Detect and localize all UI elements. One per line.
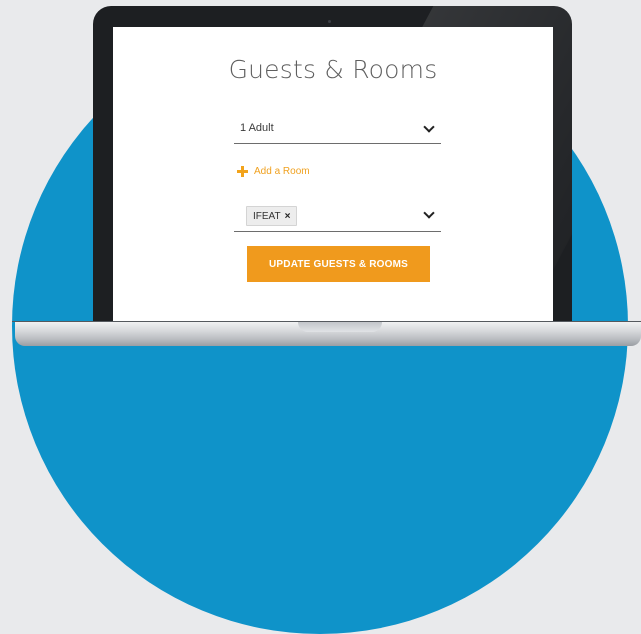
add-room-link[interactable]: Add a Room	[237, 163, 310, 179]
promo-select[interactable]: IFEAT ×	[234, 201, 441, 232]
add-room-label: Add a Room	[254, 165, 310, 177]
laptop-screen: Guests & Rooms 1 Adult Add a Room IFEAT …	[113, 27, 553, 321]
page-title: Guests & Rooms	[228, 55, 438, 84]
guests-select-value: 1 Adult	[240, 122, 274, 134]
chevron-down-icon	[423, 121, 435, 133]
plus-icon	[237, 165, 248, 177]
close-icon[interactable]: ×	[285, 211, 291, 222]
promo-chip: IFEAT ×	[246, 206, 298, 226]
guests-select[interactable]: 1 Adult	[234, 119, 441, 144]
camera	[328, 20, 331, 23]
promo-chip-label: IFEAT	[253, 210, 281, 222]
laptop-base	[15, 322, 641, 346]
laptop-notch	[298, 322, 382, 332]
update-guests-rooms-button[interactable]: UPDATE GUESTS & ROOMS	[247, 246, 430, 282]
chevron-down-icon	[423, 207, 435, 219]
